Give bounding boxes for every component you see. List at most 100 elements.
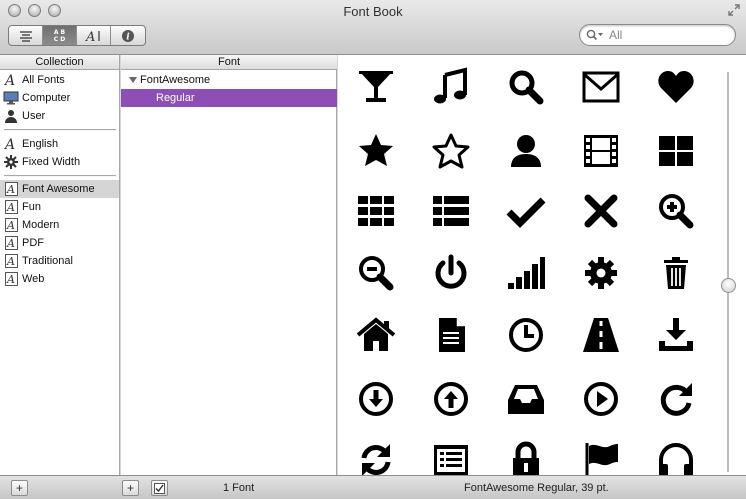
add-collection-button[interactable]: + <box>11 480 28 496</box>
collection-icon: A <box>4 182 18 196</box>
search-icon <box>586 29 603 41</box>
star-empty-icon <box>432 133 470 169</box>
sample-view-button[interactable]: A BC D <box>43 26 77 45</box>
trash-icon <box>664 257 688 289</box>
collection-item-all-fonts[interactable]: A All Fonts <box>0 71 119 89</box>
remove-icon <box>584 194 618 228</box>
th-list-icon <box>433 196 469 226</box>
cog-icon <box>585 257 617 289</box>
collection-item-fun[interactable]: A Fun <box>0 198 119 216</box>
collection-item-font-awesome[interactable]: A Font Awesome <box>0 180 119 198</box>
off-icon <box>435 254 467 289</box>
collection-item-modern[interactable]: A Modern <box>0 216 119 234</box>
th-large-icon <box>659 136 693 166</box>
heart-icon <box>658 71 694 103</box>
search-icon <box>509 70 544 105</box>
svg-text:A: A <box>4 73 15 87</box>
collection-divider <box>4 129 116 131</box>
collection-item-pdf[interactable]: A PDF <box>0 234 119 252</box>
svg-text:A: A <box>6 273 15 286</box>
fullscreen-icon[interactable] <box>728 4 740 16</box>
collection-icon: A <box>4 236 18 250</box>
time-icon <box>509 318 543 352</box>
script-a-icon: A <box>4 137 15 151</box>
list-view-button[interactable] <box>9 26 43 45</box>
svg-text:A: A <box>6 237 15 250</box>
plus-icon: + <box>126 481 134 495</box>
ok-icon <box>506 197 546 228</box>
size-slider-knob[interactable] <box>721 278 736 293</box>
font-count: 1 Font <box>223 482 255 494</box>
collection-item-computer[interactable]: Computer <box>0 89 119 107</box>
collection-item-label: Fun <box>22 201 41 213</box>
collection-item-label: English <box>22 138 59 150</box>
collection-item-label: Fixed Width <box>22 156 81 168</box>
home-icon <box>356 317 396 351</box>
collection-item-traditional[interactable]: A Traditional <box>0 252 119 270</box>
collection-item-web[interactable]: A Web <box>0 270 119 288</box>
view-mode-control: A BC D A i <box>8 25 146 46</box>
checkbox-icon <box>154 482 165 494</box>
svg-text:A: A <box>6 255 15 268</box>
envelope-icon <box>582 71 620 103</box>
zoom-out-icon <box>359 256 394 291</box>
collection-icon: A <box>4 218 18 232</box>
collection-item-label: Modern <box>22 219 60 231</box>
svg-text:A: A <box>6 219 15 232</box>
collection-item-label: Computer <box>22 92 71 104</box>
collection-item-label: User <box>22 110 46 122</box>
collection-divider <box>4 175 116 177</box>
person-icon <box>5 110 17 123</box>
svg-text:A: A <box>6 183 15 196</box>
window-title: Font Book <box>343 4 403 19</box>
enable-font-button[interactable] <box>151 480 168 496</box>
collection-icon: A <box>4 200 18 214</box>
size-slider-track[interactable] <box>727 72 729 472</box>
font-face-row[interactable]: Regular <box>121 89 337 107</box>
collection-item-label: Web <box>22 273 45 285</box>
svg-text:A: A <box>4 137 15 151</box>
zoom-in-icon <box>659 194 694 229</box>
collection-column-header[interactable]: Collection <box>0 55 119 70</box>
monitor-icon <box>3 91 19 105</box>
lock-icon <box>513 441 539 475</box>
add-font-button[interactable]: + <box>122 480 139 496</box>
typography-icon: A <box>85 30 100 43</box>
svg-text:i: i <box>126 32 130 42</box>
font-column-header[interactable]: Font <box>121 55 337 70</box>
custom-view-button[interactable]: A <box>77 26 111 45</box>
collection-item-label: All Fonts <box>22 74 65 86</box>
svg-text:A: A <box>6 201 15 214</box>
collection-item-user[interactable]: User <box>0 107 119 125</box>
lines-icon <box>19 30 32 42</box>
glass-icon <box>359 71 393 102</box>
search-input[interactable] <box>609 28 719 42</box>
collection-pane: Collection A All Fonts Computer User A E… <box>0 55 120 475</box>
collection-item-label: Traditional <box>22 255 73 267</box>
search-field[interactable] <box>579 24 736 46</box>
font-info: FontAwesome Regular, 39 pt. <box>464 482 609 494</box>
inbox-icon <box>508 385 544 414</box>
font-face-name: Regular <box>156 92 195 104</box>
collection-item-english[interactable]: A English <box>0 135 119 153</box>
plus-icon: + <box>15 481 23 495</box>
upload-icon <box>434 382 468 416</box>
th-icon <box>358 196 394 226</box>
collection-item-label: Font Awesome <box>22 183 95 195</box>
list-alt-icon <box>434 445 468 475</box>
download-icon <box>359 382 393 416</box>
user-icon <box>511 135 541 167</box>
script-a-icon: A <box>4 73 15 87</box>
disclosure-triangle-icon[interactable] <box>128 76 138 84</box>
info-button[interactable]: i <box>111 26 145 45</box>
font-family-row[interactable]: FontAwesome <box>121 71 337 89</box>
film-icon <box>584 135 618 167</box>
collection-item-fixed-width[interactable]: Fixed Width <box>0 153 119 171</box>
collection-icon: A <box>4 254 18 268</box>
refresh-icon <box>361 444 391 475</box>
play-circle-icon <box>584 382 618 416</box>
font-family-name: FontAwesome <box>140 74 211 86</box>
collection-icon: A <box>4 272 18 286</box>
font-pane: Font FontAwesome Regular <box>121 55 337 475</box>
flag-icon <box>585 443 618 475</box>
